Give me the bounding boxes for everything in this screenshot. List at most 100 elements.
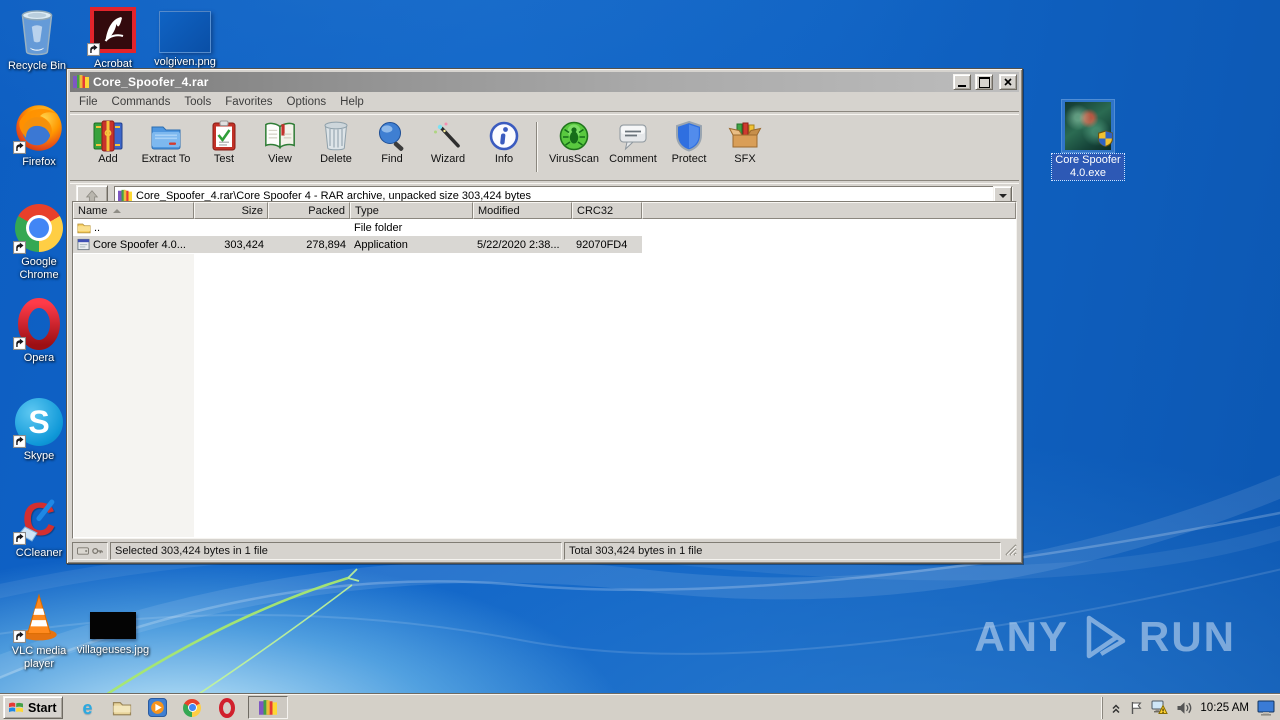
toolbar-test-button[interactable]: Test [196, 120, 252, 165]
taskbar-winrar-button[interactable] [248, 696, 289, 719]
application-file-icon [77, 238, 90, 251]
volume-icon[interactable] [1176, 701, 1192, 715]
display-icon[interactable] [1257, 700, 1275, 716]
folder-icon [77, 223, 91, 234]
view-icon [265, 122, 295, 149]
find-icon [379, 122, 404, 151]
desktop-icon-label: Opera [23, 352, 55, 364]
quicklaunch-media-player[interactable] [146, 697, 168, 719]
quicklaunch-opera[interactable] [216, 697, 238, 719]
test-icon [212, 120, 236, 151]
toolbar-extract-button[interactable]: Extract To [136, 120, 196, 165]
menu-favorites[interactable]: Favorites [218, 94, 279, 110]
menu-commands[interactable]: Commands [105, 94, 178, 110]
opera-icon [13, 298, 65, 350]
shortcut-arrow-icon [13, 630, 26, 643]
menu-tools[interactable]: Tools [177, 94, 218, 110]
column-header-crc32[interactable]: CRC32 [572, 202, 642, 219]
file-list: Name Size Packed Type Modified CRC32 .. … [72, 201, 1017, 539]
desktop-icon-volgiven[interactable]: volgiven.png [146, 10, 224, 69]
toolbar-view-button[interactable]: View [252, 120, 308, 165]
desktop-icon-core-spoofer[interactable]: Core Spoofer 4.0.exe [1051, 100, 1125, 181]
quicklaunch-internet-explorer[interactable]: e [76, 697, 98, 719]
chevron-down-icon [998, 194, 1007, 198]
menu-bar: File Commands Tools Favorites Options He… [70, 92, 1019, 111]
protect-icon [676, 120, 702, 152]
desktop-icon-label: Firefox [22, 156, 56, 168]
toolbar-info-button[interactable]: Info [476, 120, 532, 165]
menu-options[interactable]: Options [280, 94, 334, 110]
status-total: Total 303,424 bytes in 1 file [564, 542, 1001, 560]
acrobat-icon [87, 4, 139, 56]
quicklaunch-explorer-folder[interactable] [111, 697, 133, 719]
desktop-icon-firefox[interactable]: Firefox [4, 102, 74, 169]
chrome-icon [183, 698, 202, 717]
winrar-mini-icon [259, 699, 278, 715]
toolbar-sfx-button[interactable]: SFX [717, 120, 773, 165]
tray-expand-chevron-icon[interactable] [1111, 702, 1121, 714]
table-row-core-spoofer[interactable]: Core Spoofer 4.0... 303,424 278,894 Appl… [73, 236, 642, 253]
sort-ascending-icon [113, 208, 122, 213]
desktop-icon-ccleaner[interactable]: C CCleaner [4, 493, 74, 560]
table-row-parent-folder[interactable]: .. File folder [73, 219, 1016, 236]
menu-file[interactable]: File [72, 94, 105, 110]
image-thumbnail-icon [159, 10, 211, 54]
shortcut-arrow-icon [87, 43, 100, 56]
winrar-app-icon [73, 74, 89, 90]
toolbar: Add Extract To Test View Delete Find Wiz… [70, 115, 1019, 180]
desktop-icon-label: Skype [23, 450, 55, 462]
menu-help[interactable]: Help [333, 94, 371, 110]
window-titlebar: Core_Spoofer_4.rar [70, 72, 1019, 92]
resize-grip[interactable] [1003, 542, 1017, 560]
core-spoofer-exe-icon [1062, 100, 1114, 152]
key-icon [92, 547, 103, 555]
shortcut-arrow-icon [13, 241, 26, 254]
action-center-flag-icon[interactable] [1129, 701, 1143, 715]
quicklaunch-chrome[interactable] [181, 697, 203, 719]
toolbar-delete-button[interactable]: Delete [308, 120, 364, 165]
column-header-modified[interactable]: Modified [473, 202, 572, 219]
shortcut-arrow-icon [13, 141, 26, 154]
desktop-icon-vlc[interactable]: VLC media player [4, 591, 74, 671]
column-header-name[interactable]: Name [73, 202, 194, 219]
toolbar-add-button[interactable]: Add [80, 120, 136, 165]
folder-icon [113, 702, 132, 716]
desktop-icon-villageuses[interactable]: villageuses.jpg [74, 608, 152, 657]
network-status-icon[interactable] [1151, 700, 1169, 715]
desktop-icon-skype[interactable]: S Skype [4, 396, 74, 463]
toolbar-find-button[interactable]: Find [364, 120, 420, 165]
desktop-icon-label: VLC media player [11, 645, 67, 670]
desktop-icon-opera[interactable]: Opera [4, 298, 74, 365]
desktop-icon-acrobat[interactable]: Acrobat [78, 4, 148, 71]
column-header-filler [642, 202, 1016, 219]
comment-icon [619, 124, 647, 151]
minimize-button[interactable] [953, 74, 971, 90]
taskbar: Start e 10:25 AM [0, 694, 1280, 720]
close-button[interactable] [999, 74, 1017, 90]
toolbar-virusscan-button[interactable]: VirusScan [543, 120, 605, 165]
extract-to-icon [151, 126, 181, 150]
toolbar-wizard-button[interactable]: Wizard [420, 120, 476, 165]
desktop-icon-recycle-bin[interactable]: Recycle Bin [2, 6, 72, 73]
ccleaner-icon: C [13, 493, 65, 545]
column-header-type[interactable]: Type [350, 202, 473, 219]
info-icon [489, 121, 519, 151]
desktop-icon-label: villageuses.jpg [76, 644, 150, 656]
toolbar-protect-button[interactable]: Protect [661, 120, 717, 165]
anyrun-watermark: ANY RUN [974, 610, 1236, 664]
taskbar-clock[interactable]: 10:25 AM [1200, 702, 1249, 714]
drive-icon [77, 547, 89, 555]
desktop-icon-label: Recycle Bin [7, 60, 67, 72]
desktop-icon-label: CCleaner [15, 547, 63, 559]
start-label: Start [28, 700, 57, 715]
image-thumbnail-icon [87, 608, 139, 642]
virusscan-icon [559, 121, 589, 151]
firefox-icon [13, 102, 65, 154]
start-button[interactable]: Start [3, 696, 64, 719]
column-header-packed[interactable]: Packed [268, 202, 350, 219]
column-header-size[interactable]: Size [194, 202, 268, 219]
desktop-icon-google-chrome[interactable]: Google Chrome [4, 202, 74, 282]
toolbar-comment-button[interactable]: Comment [605, 120, 661, 165]
maximize-button[interactable] [975, 74, 993, 90]
shortcut-arrow-icon [13, 435, 26, 448]
